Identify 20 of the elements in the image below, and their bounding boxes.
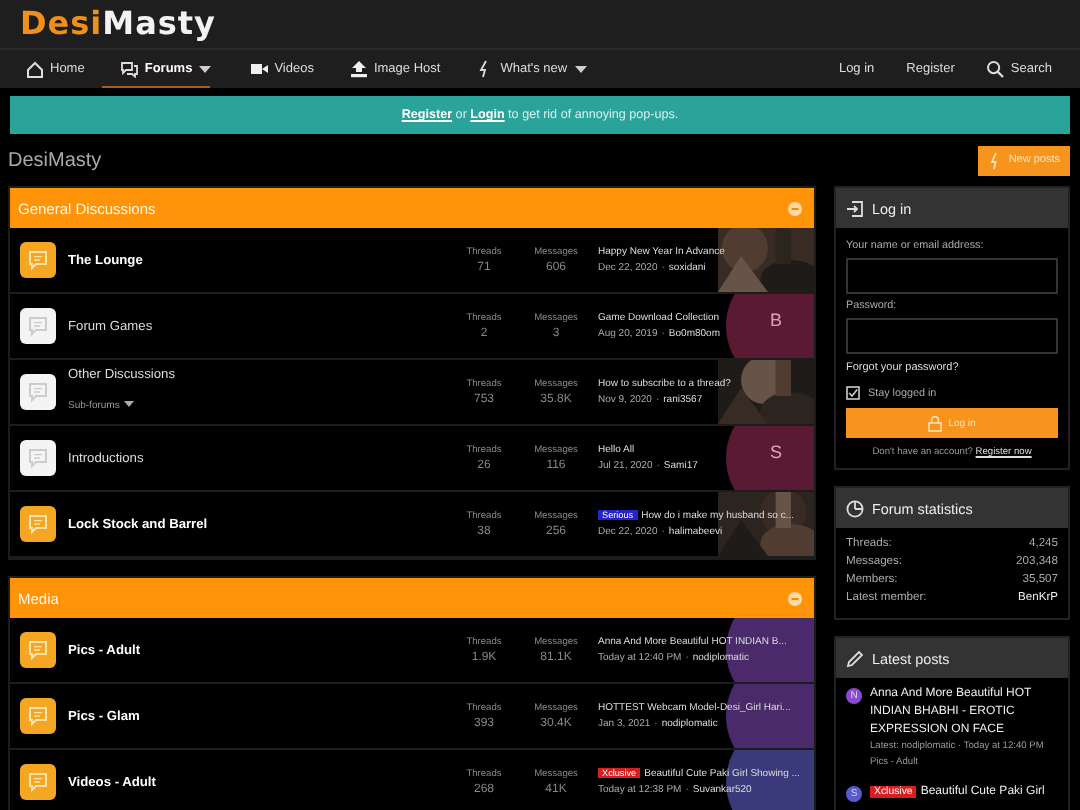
pencil-icon (846, 649, 864, 667)
bolt-icon (988, 151, 1003, 169)
site-logo[interactable]: DesiMasty (20, 4, 216, 44)
input-field[interactable] (846, 318, 1058, 354)
user-avatar[interactable]: B (726, 294, 814, 358)
input-field[interactable] (846, 258, 1058, 294)
collapse-icon (788, 591, 802, 605)
video-camera-icon (250, 60, 269, 78)
sign-in-icon (846, 199, 864, 217)
collapse-icon (788, 201, 802, 215)
pie-chart-icon (846, 499, 864, 517)
home-icon (26, 60, 44, 78)
page-title: DesiMasty (8, 149, 102, 171)
lock-icon (928, 415, 943, 431)
checkbox[interactable] (846, 386, 860, 400)
user-avatar[interactable]: S (726, 426, 814, 490)
chat-icon (120, 59, 139, 77)
caret-icon (124, 399, 135, 407)
upload-icon (349, 60, 368, 78)
search-icon (986, 60, 1005, 78)
